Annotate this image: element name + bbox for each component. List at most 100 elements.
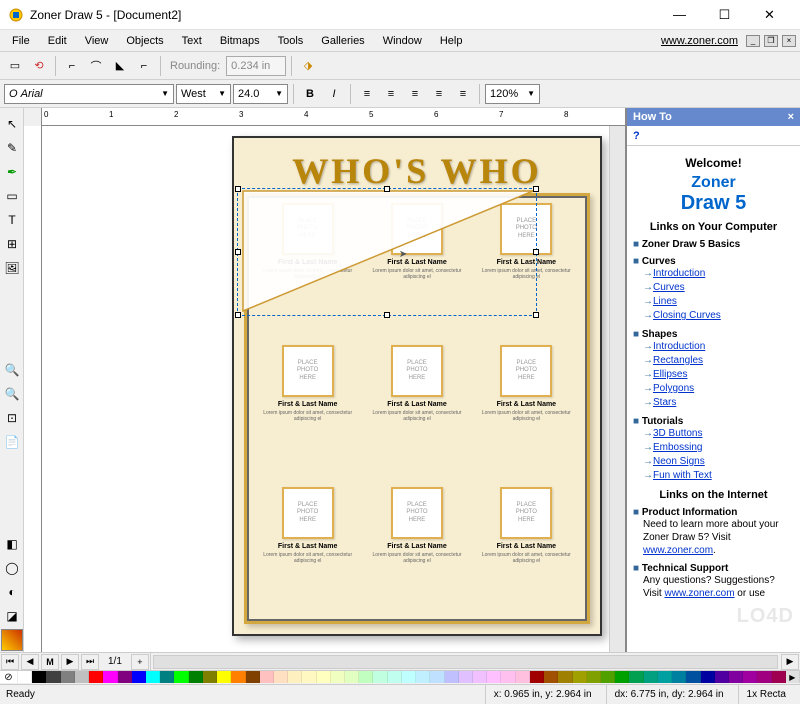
align-center-icon[interactable]: ≡: [380, 83, 402, 105]
menu-galleries[interactable]: Galleries: [313, 33, 372, 49]
color-swatch[interactable]: [174, 671, 188, 683]
pagenav-first-icon[interactable]: ⏮: [1, 654, 19, 670]
color-swatch[interactable]: [246, 671, 260, 683]
color-swatch[interactable]: [359, 671, 373, 683]
mdi-restore-button[interactable]: ❐: [764, 35, 778, 47]
color-swatch[interactable]: [501, 671, 515, 683]
product-url[interactable]: www.zoner.com: [643, 545, 713, 556]
menu-edit[interactable]: Edit: [40, 33, 75, 49]
color-swatch[interactable]: [217, 671, 231, 683]
zoom-in-icon[interactable]: 🔍: [1, 359, 23, 381]
color-swatch[interactable]: [601, 671, 615, 683]
pen-tool-icon[interactable]: ✒: [1, 161, 23, 183]
vertical-scrollbar[interactable]: [609, 126, 625, 652]
color-swatch[interactable]: [658, 671, 672, 683]
color-swatch[interactable]: [260, 671, 274, 683]
link-introduction[interactable]: Introduction: [643, 267, 794, 281]
align-right-icon[interactable]: ≡: [404, 83, 426, 105]
no-color-swatch[interactable]: ⊘: [0, 671, 18, 683]
color-swatch[interactable]: [18, 671, 32, 683]
color-swatch[interactable]: [118, 671, 132, 683]
corner-cut-icon[interactable]: ◣: [109, 55, 131, 77]
color-swatch[interactable]: [160, 671, 174, 683]
color-swatch[interactable]: [544, 671, 558, 683]
color-swatch[interactable]: [388, 671, 402, 683]
color-swatch[interactable]: [686, 671, 700, 683]
color-swatch[interactable]: [274, 671, 288, 683]
link-neon-signs[interactable]: Neon Signs: [643, 455, 794, 469]
menu-view[interactable]: View: [77, 33, 117, 49]
link-lines[interactable]: Lines: [643, 295, 794, 309]
link-stars[interactable]: Stars: [643, 396, 794, 410]
font-select[interactable]: O Arial▼: [4, 84, 174, 104]
howto-close-icon[interactable]: ×: [788, 111, 794, 123]
maximize-button[interactable]: ☐: [702, 0, 747, 29]
pagenav-next-icon[interactable]: ▶: [61, 654, 79, 670]
color-swatch[interactable]: [231, 671, 245, 683]
align-full-icon[interactable]: ≡: [452, 83, 474, 105]
link-curves[interactable]: Curves: [643, 281, 794, 295]
zoom-out-icon[interactable]: 🔍: [1, 383, 23, 405]
master-page-button[interactable]: M: [41, 654, 59, 670]
color-swatch[interactable]: [288, 671, 302, 683]
menu-window[interactable]: Window: [375, 33, 430, 49]
color-swatch[interactable]: [32, 671, 46, 683]
color-swatch[interactable]: [743, 671, 757, 683]
pagenav-last-icon[interactable]: ⏭: [81, 654, 99, 670]
color-swatch[interactable]: [331, 671, 345, 683]
color-swatch[interactable]: [629, 671, 643, 683]
color-swatch[interactable]: [587, 671, 601, 683]
text-tool-icon[interactable]: T: [1, 209, 23, 231]
color-swatch[interactable]: [75, 671, 89, 683]
link-polygons[interactable]: Polygons: [643, 382, 794, 396]
arrow-tool-icon[interactable]: ↖: [1, 113, 23, 135]
align-justify-icon[interactable]: ≡: [428, 83, 450, 105]
color-swatch[interactable]: [146, 671, 160, 683]
minimize-button[interactable]: —: [657, 0, 702, 29]
color-swatch[interactable]: [701, 671, 715, 683]
corner-inset-icon[interactable]: ⌐: [133, 55, 155, 77]
menu-tools[interactable]: Tools: [270, 33, 312, 49]
color-swatch[interactable]: [573, 671, 587, 683]
snap-icon[interactable]: ⬗: [297, 55, 319, 77]
color-swatch[interactable]: [373, 671, 387, 683]
pagenav-add-icon[interactable]: +: [131, 654, 149, 670]
color-swatch[interactable]: [530, 671, 544, 683]
rounding-input[interactable]: 0.234 in: [226, 56, 286, 76]
color-swatch[interactable]: [487, 671, 501, 683]
link-fun-with-text[interactable]: Fun with Text: [643, 469, 794, 483]
color-swatch-icon[interactable]: [1, 629, 23, 651]
italic-button[interactable]: I: [323, 83, 345, 105]
mdi-minimize-button[interactable]: _: [746, 35, 760, 47]
color-swatch[interactable]: [317, 671, 331, 683]
color-swatch[interactable]: [715, 671, 729, 683]
pagenav-prev-icon[interactable]: ◀: [21, 654, 39, 670]
menu-file[interactable]: File: [4, 33, 38, 49]
menu-help[interactable]: Help: [432, 33, 471, 49]
scroll-right-icon[interactable]: ▶: [781, 654, 799, 670]
document-page[interactable]: WHO'S WHO PLACE PHOTO HEREFirst & Last N…: [232, 136, 602, 636]
color-swatch[interactable]: [302, 671, 316, 683]
color-swatch[interactable]: [203, 671, 217, 683]
zoner-url[interactable]: www.zoner.com: [661, 35, 738, 47]
color-swatch[interactable]: [615, 671, 629, 683]
color-swatch[interactable]: [757, 671, 771, 683]
image-tool-icon[interactable]: 🖼: [1, 257, 23, 279]
palette-scroll-icon[interactable]: ▶: [786, 671, 800, 683]
mdi-close-button[interactable]: ×: [782, 35, 796, 47]
howto-body[interactable]: Welcome! ZonerDraw 5 Links on Your Compu…: [627, 146, 800, 652]
color-swatch[interactable]: [402, 671, 416, 683]
color-swatch[interactable]: [430, 671, 444, 683]
link-rectangles[interactable]: Rectangles: [643, 354, 794, 368]
rotate-tool-icon[interactable]: ⟲: [28, 55, 50, 77]
zoom-fit-icon[interactable]: ⊡: [1, 407, 23, 429]
menu-objects[interactable]: Objects: [118, 33, 171, 49]
transparency-tool-icon[interactable]: ◐: [1, 581, 23, 603]
color-swatch[interactable]: [672, 671, 686, 683]
color-swatch[interactable]: [558, 671, 572, 683]
link-3d-buttons[interactable]: 3D Buttons: [643, 427, 794, 441]
bold-button[interactable]: B: [299, 83, 321, 105]
color-swatch[interactable]: [189, 671, 203, 683]
color-swatch[interactable]: [644, 671, 658, 683]
link-embossing[interactable]: Embossing: [643, 441, 794, 455]
